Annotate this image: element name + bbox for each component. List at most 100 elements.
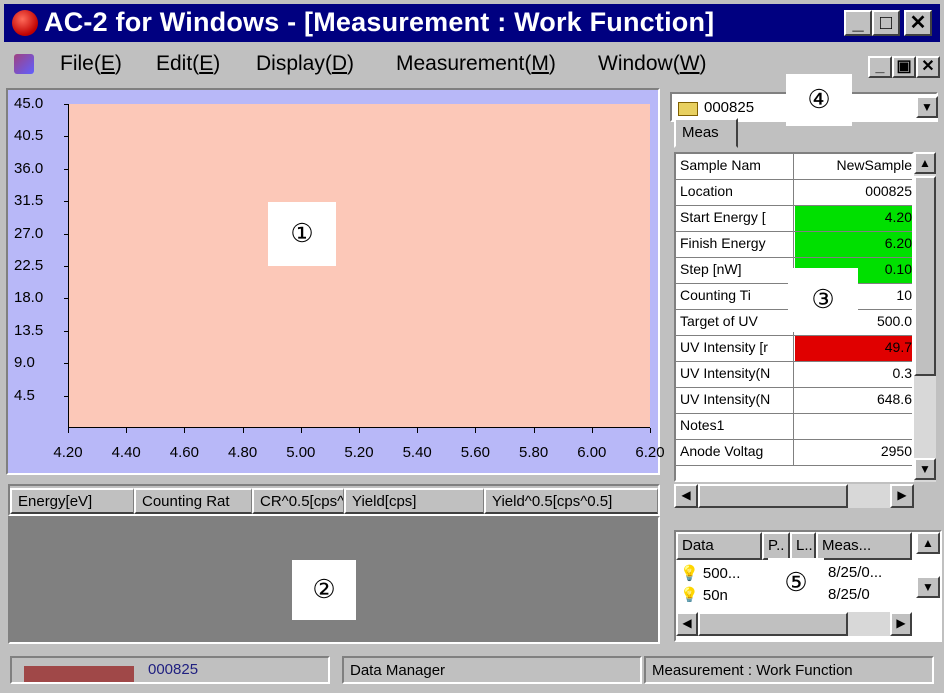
property-name: UV Intensity [r bbox=[676, 336, 794, 361]
list-header-p[interactable]: P.. bbox=[762, 532, 790, 560]
list-scroll-up-button[interactable]: ▲ bbox=[916, 532, 940, 554]
property-name: UV Intensity(N bbox=[676, 388, 794, 413]
property-value[interactable]: 2950 bbox=[795, 440, 912, 465]
y-tick-label: 18.0 bbox=[14, 289, 44, 307]
y-tick bbox=[64, 104, 68, 105]
scroll-thumb[interactable] bbox=[914, 176, 936, 376]
list-header-meas[interactable]: Meas... bbox=[816, 532, 912, 560]
progress-bar bbox=[24, 666, 134, 682]
y-tick-label: 40.5 bbox=[14, 127, 44, 145]
property-name: Location bbox=[676, 180, 794, 205]
arrow-down-icon: ▼ bbox=[919, 462, 931, 476]
mdi-close-button[interactable]: ✕ bbox=[916, 56, 940, 78]
close-button[interactable]: ✕ bbox=[904, 10, 932, 36]
y-tick bbox=[64, 298, 68, 300]
property-row[interactable]: Start Energy [4.20 bbox=[676, 206, 912, 232]
y-tick-label: 13.5 bbox=[14, 321, 44, 339]
y-tick-label: 36.0 bbox=[14, 159, 44, 177]
y-tick bbox=[64, 168, 68, 170]
plot-area[interactable] bbox=[68, 104, 650, 428]
folder-name: 000825 bbox=[704, 99, 755, 116]
property-row[interactable]: Anode Voltag 2950 bbox=[676, 440, 912, 466]
mdi-minimize-button[interactable]: _ bbox=[868, 56, 892, 78]
x-tick bbox=[126, 428, 128, 433]
property-row[interactable]: UV Intensity [r 49.7 bbox=[676, 336, 912, 362]
list-item[interactable]: 💡 50n bbox=[680, 586, 728, 602]
folder-icon bbox=[678, 102, 698, 116]
menu-file[interactable]: File(E) bbox=[60, 52, 122, 76]
arrow-right-icon: ▶ bbox=[897, 488, 907, 502]
property-row[interactable]: Location 000825 bbox=[676, 180, 912, 206]
property-value[interactable]: 6.20 bbox=[795, 232, 912, 257]
x-tick-label: 5.60 bbox=[460, 444, 490, 461]
property-value[interactable]: 0.3 bbox=[795, 362, 912, 387]
x-tick-label: 6.00 bbox=[577, 444, 607, 461]
menu-edit[interactable]: Edit(E) bbox=[156, 52, 220, 76]
scroll-up-button[interactable]: ▲ bbox=[914, 152, 936, 174]
scroll-left-button[interactable]: ◀ bbox=[676, 612, 698, 636]
list-item[interactable]: 💡 500... bbox=[680, 564, 740, 582]
property-value[interactable]: 4.20 bbox=[795, 206, 912, 231]
combo-dropdown-button[interactable]: ▼ bbox=[916, 96, 938, 118]
property-vertical-scrollbar[interactable]: ▲ ▼ bbox=[914, 152, 936, 482]
list-horizontal-scrollbar[interactable]: ◀ ▶ bbox=[676, 612, 912, 636]
column-header-yield[interactable]: Yield[cps] bbox=[344, 488, 484, 514]
y-tick bbox=[64, 363, 68, 365]
title-bar[interactable]: AC-2 for Windows - [Measurement : Work F… bbox=[4, 4, 940, 42]
menu-measurement[interactable]: Measurement(M) bbox=[396, 52, 556, 76]
menu-window[interactable]: Window(W) bbox=[598, 52, 707, 76]
property-row[interactable]: Sample Nam NewSample bbox=[676, 154, 912, 180]
list-scroll-down-button[interactable]: ▼ bbox=[916, 576, 940, 598]
property-row[interactable]: UV Intensity(N 0.3 bbox=[676, 362, 912, 388]
scroll-right-button[interactable]: ▶ bbox=[890, 612, 912, 636]
scroll-thumb[interactable] bbox=[698, 612, 848, 636]
y-tick-label: 9.0 bbox=[14, 354, 35, 372]
marker-3: ③ bbox=[788, 268, 858, 332]
scroll-left-button[interactable]: ◀ bbox=[674, 484, 698, 508]
data-list[interactable]: Data P.. L.. Meas... 💡 500... 8/25/0... … bbox=[674, 530, 942, 642]
arrow-up-icon: ▲ bbox=[922, 536, 934, 550]
property-row[interactable]: Finish Energy 6.20 bbox=[676, 232, 912, 258]
maximize-button[interactable]: □ bbox=[872, 10, 900, 36]
data-grid-body[interactable]: ② bbox=[8, 516, 660, 644]
property-row[interactable]: Notes1 bbox=[676, 414, 912, 440]
x-tick-label: 4.40 bbox=[111, 444, 141, 461]
status-bar: 000825 Data Manager Measurement : Work F… bbox=[4, 650, 940, 688]
column-header-energy[interactable]: Energy[eV] bbox=[10, 488, 134, 514]
column-header-counting-rate[interactable]: Counting Rat bbox=[134, 488, 252, 514]
document-icon[interactable] bbox=[14, 54, 34, 74]
property-value[interactable]: NewSample bbox=[795, 154, 912, 179]
minimize-icon: _ bbox=[875, 58, 885, 75]
property-name: Sample Nam bbox=[676, 154, 794, 179]
property-name: Finish Energy bbox=[676, 232, 794, 257]
property-value[interactable]: 49.7 bbox=[795, 336, 912, 361]
y-tick-label: 31.5 bbox=[14, 192, 44, 210]
x-tick bbox=[591, 428, 593, 433]
column-header-yield-sqrt[interactable]: Yield^0.5[cps^0.5] bbox=[484, 488, 658, 514]
marker-1: ① bbox=[268, 202, 336, 266]
status-location: 000825 bbox=[148, 661, 199, 678]
scroll-down-button[interactable]: ▼ bbox=[914, 458, 936, 480]
column-header-cr[interactable]: CR^0.5[cps^C bbox=[252, 488, 344, 514]
property-value[interactable] bbox=[795, 414, 912, 439]
tab-meas[interactable]: Meas bbox=[674, 118, 738, 148]
property-value[interactable]: 000825 bbox=[795, 180, 912, 205]
list-header-l[interactable]: L.. bbox=[790, 532, 816, 560]
app-icon[interactable] bbox=[12, 10, 38, 36]
property-row[interactable]: UV Intensity(N 648.6 bbox=[676, 388, 912, 414]
x-tick bbox=[533, 428, 535, 433]
y-tick-label: 4.5 bbox=[14, 386, 35, 404]
list-header-data[interactable]: Data bbox=[676, 532, 762, 560]
list-item-date: 8/25/0 bbox=[828, 586, 870, 602]
arrow-left-icon: ◀ bbox=[682, 616, 692, 630]
property-horizontal-scrollbar[interactable]: ◀ ▶ bbox=[674, 484, 914, 508]
scroll-thumb[interactable] bbox=[698, 484, 848, 508]
status-mode: Measurement : Work Function bbox=[644, 656, 934, 684]
property-value[interactable]: 648.6 bbox=[795, 388, 912, 413]
mdi-restore-button[interactable]: ▣ bbox=[892, 56, 916, 78]
minimize-button[interactable]: _ bbox=[844, 10, 872, 36]
chart-panel[interactable]: ① 45.0 40.5 36.0 31.5 27.0 22.5 18.0 13.5 9.0 4.5… bbox=[6, 88, 665, 475]
menu-display[interactable]: Display(D) bbox=[256, 52, 354, 76]
scroll-right-button[interactable]: ▶ bbox=[890, 484, 914, 508]
arrow-up-icon: ▲ bbox=[919, 156, 931, 170]
